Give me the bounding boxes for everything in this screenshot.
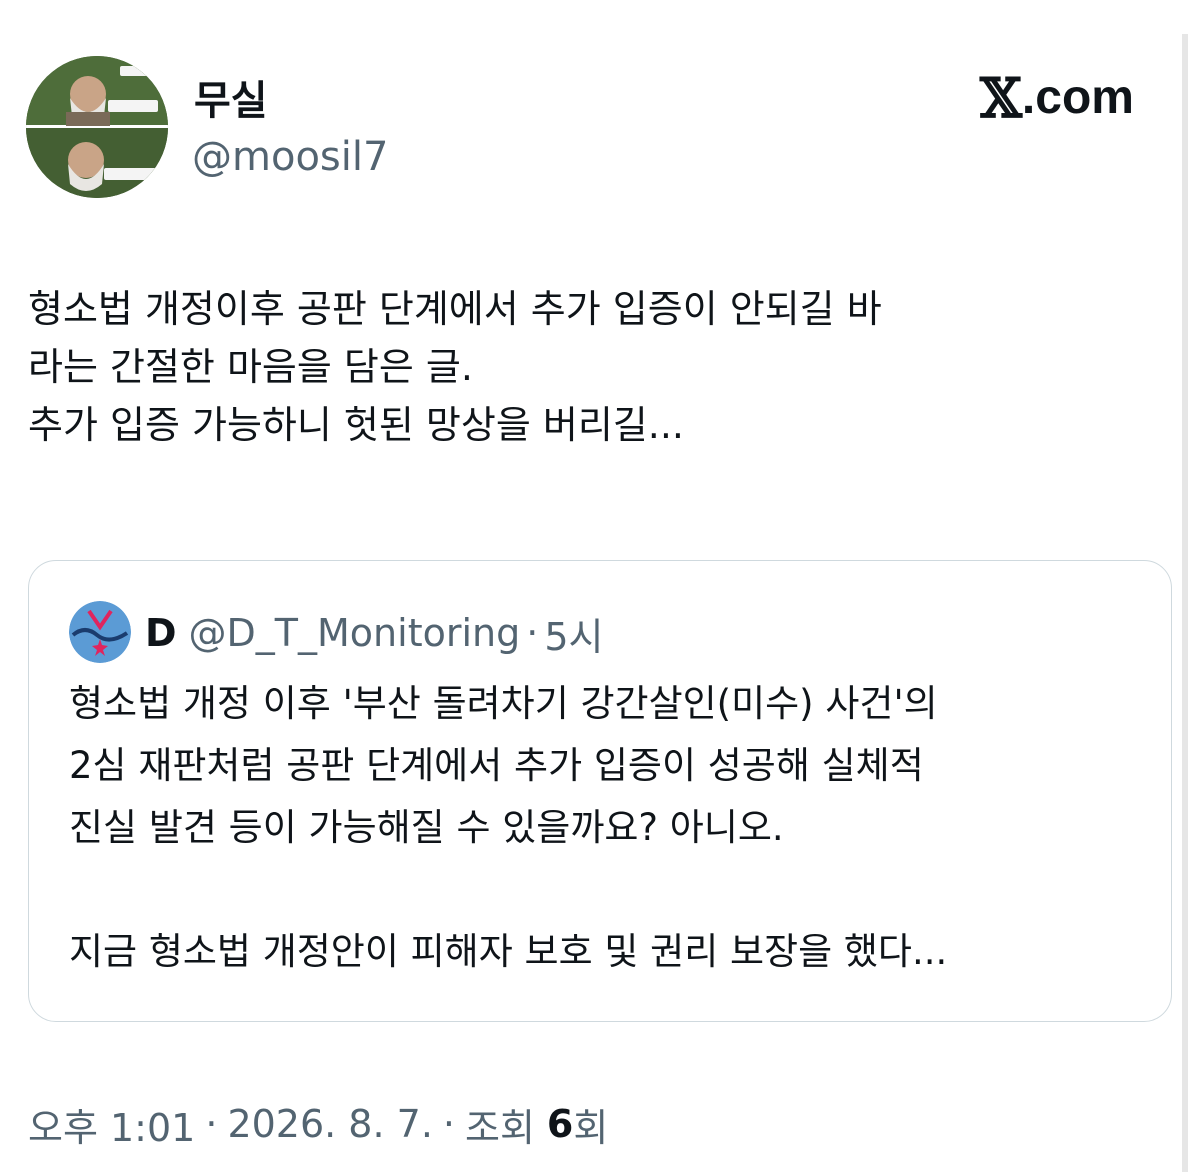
tweet-text: 형소법 개정이후 공판 단계에서 추가 입증이 안되길 바 라는 간절한 마음을… [28,280,1158,454]
quoted-tweet-card[interactable]: D @D_T_Monitoring · 5시 형소법 개정 이후 '부산 돌려차… [28,560,1172,1022]
quoted-author-avatar[interactable] [69,601,131,663]
quoted-tweet-line: 형소법 개정 이후 '부산 돌려차기 강간살인(미수) 사건'의 [69,682,938,725]
tweet-time[interactable]: 오후 1:01 [28,1097,195,1152]
quoted-author-handle[interactable]: @D_T_Monitoring [189,611,521,655]
tweet-line: 형소법 개정이후 공판 단계에서 추가 입증이 안되길 바 [28,287,882,331]
separator-dot: · [442,1102,455,1146]
quoted-tweet-text: 형소법 개정 이후 '부산 돌려차기 강간살인(미수) 사건'의 2심 재판처럼… [69,673,1149,983]
monitoring-logo-icon [69,601,131,663]
tweet-metadata: 오후 1:01 · 2026. 8. 7. · 조회 6 회 [28,1094,608,1154]
window-edge [1182,34,1188,1172]
author-display-name[interactable]: 무실 [194,68,268,126]
separator-dot: · [526,611,539,655]
quoted-tweet-header: D @D_T_Monitoring · 5시 [145,605,603,661]
quoted-tweet-time[interactable]: 5시 [544,606,603,661]
brand-domain-text: .com [1021,71,1134,124]
brand-logo: 𝕏 .com [980,68,1134,128]
views-suffix: 회 [573,1105,609,1150]
quoted-tweet-line: 진실 발견 등이 가능해질 수 있을까요? 아니오. [69,806,784,849]
tweet-line: 추가 입증 가능하니 헛된 망상을 버리길... [28,403,684,447]
author-avatar[interactable] [26,56,168,198]
views-count: 6 [546,1102,574,1146]
x-logo-icon: 𝕏 [980,66,1022,130]
avatar-photo-icon [26,56,168,198]
quoted-tweet-line: 지금 형소법 개정안이 피해자 보호 및 권리 보장을 했다... [69,930,948,973]
quoted-tweet-line: 2심 재판처럼 공판 단계에서 추가 입증이 성공해 실체적 [69,744,924,787]
quoted-tweet-line [69,859,1149,921]
separator-dot: · [205,1102,218,1146]
views-label: 조회 [465,1105,535,1150]
tweet-line: 라는 간절한 마음을 담은 글. [28,345,473,389]
tweet-date[interactable]: 2026. 8. 7. [227,1102,432,1146]
quoted-author-name[interactable]: D [145,611,177,655]
author-handle[interactable]: @moosil7 [192,134,388,180]
